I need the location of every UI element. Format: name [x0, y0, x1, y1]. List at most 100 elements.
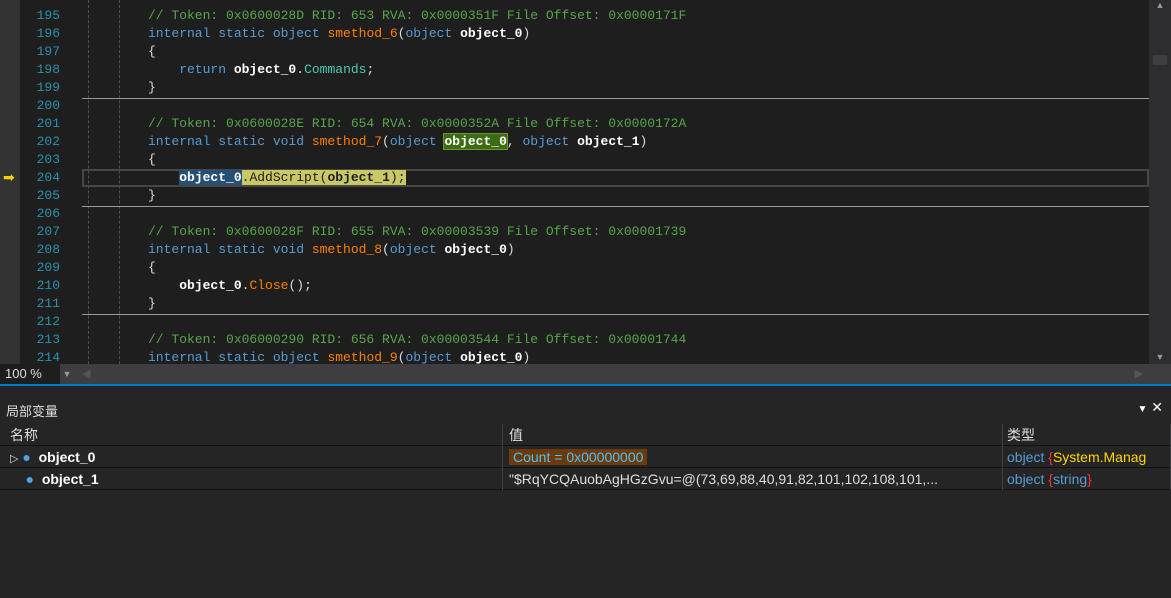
variable-name: object_0: [38, 449, 96, 465]
scroll-thumb[interactable]: [1153, 55, 1167, 65]
code-token: object_0: [460, 26, 523, 41]
code-token: smethod_9: [327, 350, 398, 364]
line-number: 212: [36, 314, 60, 329]
code-line[interactable]: internal static object smethod_6(object …: [148, 25, 530, 43]
code-token: object_0: [443, 133, 508, 150]
code-token: // Token: 0x0600028E RID: 654 RVA: 0x000…: [148, 116, 687, 131]
code-token: .AddScript(: [241, 170, 328, 185]
type-base: object: [1007, 449, 1045, 465]
panel-splitter[interactable]: [0, 384, 1171, 386]
code-token: ): [639, 134, 648, 149]
code-line[interactable]: internal static void smethod_7(object ob…: [148, 133, 647, 151]
code-token: );: [389, 170, 406, 185]
locals-grid: 名称 值 类型 ▷ ● object_0 Count = 0x00000000 …: [0, 424, 1171, 490]
code-token: object_0: [179, 170, 242, 185]
code-line[interactable]: {: [148, 151, 156, 169]
code-line[interactable]: object_0.Close();: [148, 277, 312, 295]
code-token: internal static object: [148, 350, 328, 364]
code-token: {: [148, 44, 156, 59]
variable-value[interactable]: "$RqYCQAuobAgHGzGvu=@(73,69,88,40,91,82,…: [509, 471, 938, 487]
variable-value[interactable]: Count = 0x00000000: [509, 449, 648, 465]
variable-icon: ●: [22, 449, 31, 465]
code-token: // Token: 0x0600028F RID: 655 RVA: 0x000…: [148, 224, 687, 239]
line-number: 197: [36, 44, 60, 59]
code-token: // Token: 0x06000290 RID: 656 RVA: 0x000…: [148, 332, 687, 347]
scroll-down-icon[interactable]: ▼: [1149, 352, 1171, 362]
code-token: object: [389, 242, 445, 257]
method-separator: [82, 206, 1149, 207]
code-editor[interactable]: ➡ 195 // Token: 0x0600028D RID: 653 RVA: …: [0, 0, 1171, 364]
grid-header: 名称 值 类型: [0, 424, 1171, 446]
code-line[interactable]: // Token: 0x0600028D RID: 653 RVA: 0x000…: [148, 7, 686, 25]
code-token: ;: [366, 62, 375, 77]
code-line[interactable]: {: [148, 259, 156, 277]
code-line[interactable]: internal static void smethod_8(object ob…: [148, 241, 515, 259]
code-token: object_1: [577, 134, 640, 149]
code-line[interactable]: object_0.AddScript(object_1);: [148, 169, 406, 187]
current-statement-arrow-icon: ➡: [3, 169, 15, 185]
method-separator: [82, 314, 1149, 315]
line-number: 202: [36, 134, 60, 149]
code-token: }: [148, 188, 156, 203]
zoom-level[interactable]: 100 %: [0, 364, 60, 384]
code-line[interactable]: internal static object smethod_9(object …: [148, 349, 530, 364]
code-token: smethod_6: [327, 26, 398, 41]
scroll-left-icon[interactable]: ◀: [82, 367, 90, 380]
zoom-dropdown-icon[interactable]: ▼: [60, 364, 74, 384]
code-line[interactable]: }: [148, 79, 156, 97]
column-header-name[interactable]: 名称: [0, 424, 503, 446]
line-number: 205: [36, 188, 60, 203]
panel-title: 局部变量: [6, 404, 59, 419]
expand-icon[interactable]: ▷: [10, 453, 18, 465]
table-row[interactable]: ▷ ● object_0 Count = 0x00000000 object {…: [0, 446, 1171, 468]
code-line[interactable]: // Token: 0x0600028E RID: 654 RVA: 0x000…: [148, 115, 686, 133]
code-token: object_1: [327, 170, 390, 185]
type-runtime: System.Manag: [1052, 449, 1147, 465]
code-token: {: [148, 260, 156, 275]
line-number: 211: [36, 296, 60, 311]
dropdown-icon[interactable]: ▼: [1137, 404, 1147, 415]
line-number: 198: [36, 62, 60, 77]
column-header-type[interactable]: 类型: [1003, 424, 1171, 446]
code-token: smethod_8: [311, 242, 383, 257]
code-line[interactable]: // Token: 0x0600028F RID: 655 RVA: 0x000…: [148, 223, 686, 241]
locals-panel: 局部变量 ▼ ✕ 名称 值 类型 ▷ ● object_0 Count = 0x…: [0, 397, 1171, 598]
line-number: 204: [36, 170, 60, 185]
line-number: 195: [36, 8, 60, 23]
code-line[interactable]: }: [148, 187, 156, 205]
line-number: 209: [36, 260, 60, 275]
code-line[interactable]: }: [148, 295, 156, 313]
type-runtime: string: [1052, 471, 1088, 487]
vertical-scrollbar[interactable]: ▲ ▼: [1149, 0, 1171, 364]
code-token: }: [148, 80, 156, 95]
code-token: object_0: [444, 242, 507, 257]
line-number: 200: [36, 98, 60, 113]
code-token: return: [148, 62, 234, 77]
code-token: object_0: [460, 350, 523, 364]
code-line[interactable]: {: [148, 43, 156, 61]
code-token: internal static void: [148, 134, 312, 149]
code-token: // Token: 0x0600028D RID: 653 RVA: 0x000…: [148, 8, 687, 23]
code-line[interactable]: // Token: 0x06000290 RID: 656 RVA: 0x000…: [148, 331, 686, 349]
scroll-up-icon[interactable]: ▲: [1149, 0, 1171, 10]
scroll-right-icon[interactable]: ▶: [1135, 367, 1143, 380]
variable-icon: ●: [25, 471, 35, 487]
line-number: 214: [36, 350, 60, 364]
close-icon[interactable]: ✕: [1151, 399, 1163, 415]
code-token: ): [522, 26, 531, 41]
table-row[interactable]: ● object_1 "$RqYCQAuobAgHGzGvu=@(73,69,8…: [0, 468, 1171, 490]
line-number: 196: [36, 26, 60, 41]
code-token: .: [296, 62, 305, 77]
variable-name: object_1: [41, 471, 99, 487]
code-line[interactable]: return object_0.Commands;: [148, 61, 374, 79]
line-number: 203: [36, 152, 60, 167]
line-number: 199: [36, 80, 60, 95]
column-header-value[interactable]: 值: [503, 424, 1003, 446]
code-token: (: [382, 242, 390, 257]
code-token: }: [148, 296, 156, 311]
code-token: object_0: [233, 62, 297, 77]
code-token: internal static object: [148, 26, 328, 41]
type-base: object: [1007, 471, 1045, 487]
